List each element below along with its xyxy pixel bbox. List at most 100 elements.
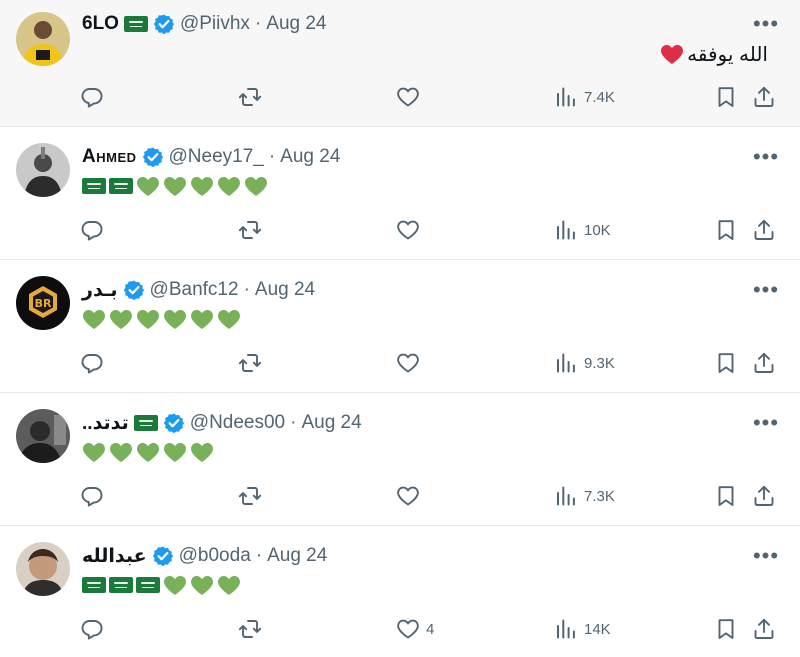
verified-badge-icon[interactable] xyxy=(123,279,145,301)
user-handle[interactable]: @Ndees00 xyxy=(190,412,285,434)
tweet-date[interactable]: Aug 24 xyxy=(267,545,327,567)
green-heart-icon xyxy=(217,175,241,197)
display-name[interactable]: عبدالله xyxy=(82,545,147,568)
tweet-date[interactable]: Aug 24 xyxy=(280,146,340,168)
green-heart-icon xyxy=(217,574,241,596)
tweet-actions: 4 14K xyxy=(0,615,800,643)
avatar[interactable] xyxy=(16,143,70,197)
tweet-header: ..تدتد @Ndees00 · Aug 24 xyxy=(82,411,362,435)
tweet[interactable]: BR بـدر @Banfc12 · Aug 24 ••• 9.3K xyxy=(0,260,800,393)
tweet-text xyxy=(82,571,241,599)
user-handle[interactable]: @Neey17_ xyxy=(169,146,264,168)
share-button[interactable] xyxy=(752,216,776,244)
green-heart-icon xyxy=(163,574,187,596)
more-icon[interactable]: ••• xyxy=(753,146,778,168)
views-button[interactable]: 7.3K xyxy=(554,482,615,510)
green-heart-icon xyxy=(163,441,187,463)
bookmark-icon xyxy=(714,484,738,508)
separator-dot: · xyxy=(255,545,263,566)
avatar[interactable] xyxy=(16,12,70,66)
display-name[interactable]: ..تدتد xyxy=(82,412,129,435)
share-button[interactable] xyxy=(752,349,776,377)
tweet[interactable]: 6LO @Piivhx · Aug 24 ••• الله يوفقه 7.4K xyxy=(0,0,800,127)
bookmark-button[interactable] xyxy=(714,482,738,510)
tweet[interactable]: Ahmed @Neey17_ · Aug 24 ••• 10K xyxy=(0,127,800,260)
tweet-actions: 7.4K xyxy=(0,83,800,111)
retweet-icon xyxy=(238,85,262,109)
saudi-flag-icon xyxy=(133,415,158,431)
avatar[interactable]: BR xyxy=(16,276,70,330)
like-button[interactable] xyxy=(396,216,426,244)
like-button[interactable] xyxy=(396,349,426,377)
display-name[interactable]: 6LO xyxy=(82,13,119,35)
verified-badge-icon[interactable] xyxy=(163,412,185,434)
more-icon[interactable]: ••• xyxy=(753,279,778,301)
avatar[interactable] xyxy=(16,409,70,463)
bookmark-button[interactable] xyxy=(714,216,738,244)
bookmark-button[interactable] xyxy=(714,83,738,111)
bookmark-icon xyxy=(714,85,738,109)
verified-badge-icon[interactable] xyxy=(153,13,175,35)
reply-button[interactable] xyxy=(80,83,104,111)
like-button[interactable] xyxy=(396,83,426,111)
reply-icon xyxy=(80,484,104,508)
verified-badge-icon[interactable] xyxy=(152,545,174,567)
share-button[interactable] xyxy=(752,482,776,510)
views-button[interactable]: 10K xyxy=(554,216,611,244)
more-icon[interactable]: ••• xyxy=(753,13,778,35)
green-heart-icon xyxy=(190,574,214,596)
bookmark-button[interactable] xyxy=(714,615,738,643)
user-handle[interactable]: @Banfc12 xyxy=(150,279,239,301)
reply-icon xyxy=(80,351,104,375)
like-button[interactable]: 4 xyxy=(396,615,434,643)
reply-button[interactable] xyxy=(80,349,104,377)
share-button[interactable] xyxy=(752,615,776,643)
tweet-date[interactable]: Aug 24 xyxy=(301,412,361,434)
views-icon xyxy=(554,484,578,508)
retweet-button[interactable] xyxy=(238,216,262,244)
green-heart-icon xyxy=(244,175,268,197)
views-count: 14K xyxy=(584,620,611,638)
tweet[interactable]: عبدالله @b0oda · Aug 24 ••• 4 14K xyxy=(0,526,800,657)
views-count: 9.3K xyxy=(584,354,615,372)
tweet-actions: 7.3K xyxy=(0,482,800,510)
separator-dot: · xyxy=(268,146,276,167)
tweet-date[interactable]: Aug 24 xyxy=(266,13,326,35)
views-button[interactable]: 9.3K xyxy=(554,349,615,377)
green-heart-icon xyxy=(190,175,214,197)
retweet-icon xyxy=(238,484,262,508)
reply-icon xyxy=(80,85,104,109)
reply-button[interactable] xyxy=(80,615,104,643)
saudi-flag-icon xyxy=(82,577,106,593)
reply-icon xyxy=(80,218,104,242)
retweet-button[interactable] xyxy=(238,482,262,510)
tweet-text-content: الله يوفقه xyxy=(687,43,768,66)
more-icon[interactable]: ••• xyxy=(753,412,778,434)
tweet-text: الله يوفقه xyxy=(660,40,768,68)
views-count: 7.3K xyxy=(584,487,615,505)
reply-button[interactable] xyxy=(80,216,104,244)
views-button[interactable]: 14K xyxy=(554,615,611,643)
more-icon[interactable]: ••• xyxy=(753,545,778,567)
tweet-date[interactable]: Aug 24 xyxy=(255,279,315,301)
like-button[interactable] xyxy=(396,482,426,510)
retweet-button[interactable] xyxy=(238,349,262,377)
green-heart-icon xyxy=(109,308,133,330)
saudi-flag-icon xyxy=(82,178,106,194)
saudi-flag-icon xyxy=(109,577,133,593)
display-name[interactable]: Ahmed xyxy=(82,146,137,168)
retweet-button[interactable] xyxy=(238,615,262,643)
share-icon xyxy=(752,484,776,508)
reply-button[interactable] xyxy=(80,482,104,510)
bookmark-button[interactable] xyxy=(714,349,738,377)
user-handle[interactable]: @Piivhx xyxy=(180,13,250,35)
retweet-button[interactable] xyxy=(238,83,262,111)
verified-badge-icon[interactable] xyxy=(142,146,164,168)
avatar[interactable] xyxy=(16,542,70,596)
views-button[interactable]: 7.4K xyxy=(554,83,615,111)
share-icon xyxy=(752,617,776,641)
share-button[interactable] xyxy=(752,83,776,111)
user-handle[interactable]: @b0oda xyxy=(179,545,251,567)
display-name[interactable]: بـدر xyxy=(82,279,118,302)
tweet[interactable]: ..تدتد @Ndees00 · Aug 24 ••• 7.3K xyxy=(0,393,800,526)
